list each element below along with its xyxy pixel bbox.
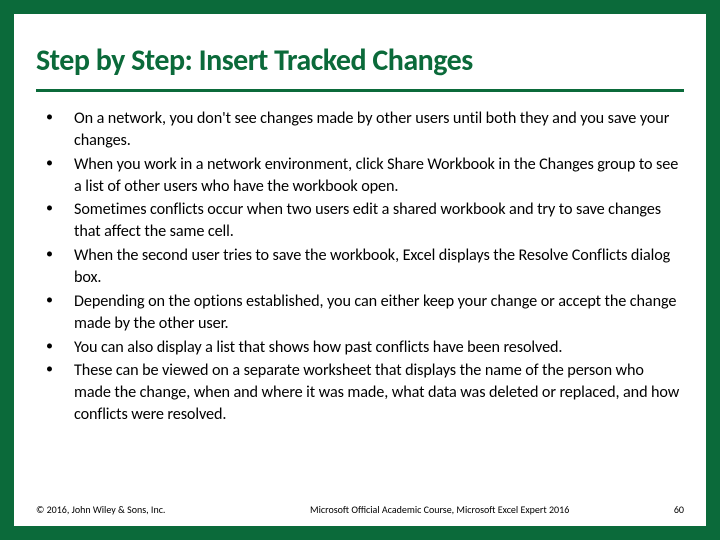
list-item: These can be viewed on a separate worksh… bbox=[36, 360, 684, 426]
list-item: You can also display a list that shows h… bbox=[36, 337, 684, 359]
bullet-list: On a network, you don't see changes made… bbox=[36, 108, 684, 426]
footer-course: Microsoft Official Academic Course, Micr… bbox=[165, 503, 673, 516]
list-item: When you work in a network environment, … bbox=[36, 154, 684, 198]
slide-footer: © 2016, John Wiley & Sons, Inc. Microsof… bbox=[36, 503, 684, 516]
title-divider bbox=[36, 89, 684, 92]
list-item: Depending on the options established, yo… bbox=[36, 291, 684, 335]
slide-frame: Step by Step: Insert Tracked Changes On … bbox=[0, 0, 720, 540]
slide-content: Step by Step: Insert Tracked Changes On … bbox=[14, 14, 706, 526]
footer-copyright: © 2016, John Wiley & Sons, Inc. bbox=[36, 503, 165, 516]
footer-page-number: 60 bbox=[674, 503, 684, 516]
list-item: On a network, you don't see changes made… bbox=[36, 108, 684, 152]
list-item: Sometimes conflicts occur when two users… bbox=[36, 199, 684, 243]
slide-title: Step by Step: Insert Tracked Changes bbox=[36, 42, 684, 79]
list-item: When the second user tries to save the w… bbox=[36, 245, 684, 289]
